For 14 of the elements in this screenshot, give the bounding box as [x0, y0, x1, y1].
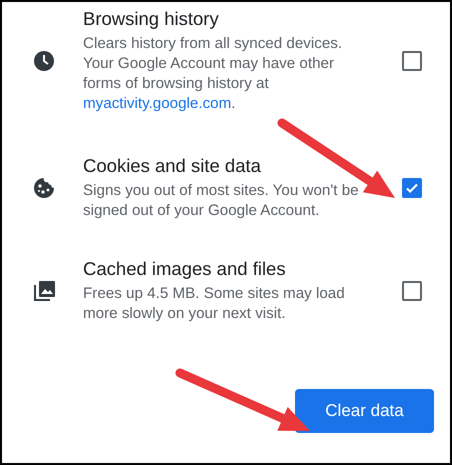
option-description: Signs you out of most sites. You won't be signed out of your Google Account. — [83, 181, 360, 221]
checkbox[interactable] — [402, 178, 422, 198]
option-description: Frees up 4.5 MB. Some sites may load more slowly on your next visit. — [83, 284, 346, 324]
activity-link[interactable]: myactivity.google.com — [83, 95, 232, 112]
option-title: Cookies and site data — [83, 154, 262, 178]
clock-icon — [32, 50, 54, 72]
option-description: Clears history from all synced devices. Your Google Account may have other forms of browsing history at myactivity.google.com. — [83, 34, 344, 114]
checkbox[interactable] — [402, 50, 422, 70]
checkbox[interactable] — [402, 280, 422, 300]
images-icon — [32, 278, 56, 302]
clear-data-button[interactable]: Clear data — [295, 389, 434, 433]
option-title: Cached images and files — [83, 257, 287, 281]
option-title: Browsing history — [83, 7, 220, 31]
cookie-icon — [32, 176, 54, 198]
